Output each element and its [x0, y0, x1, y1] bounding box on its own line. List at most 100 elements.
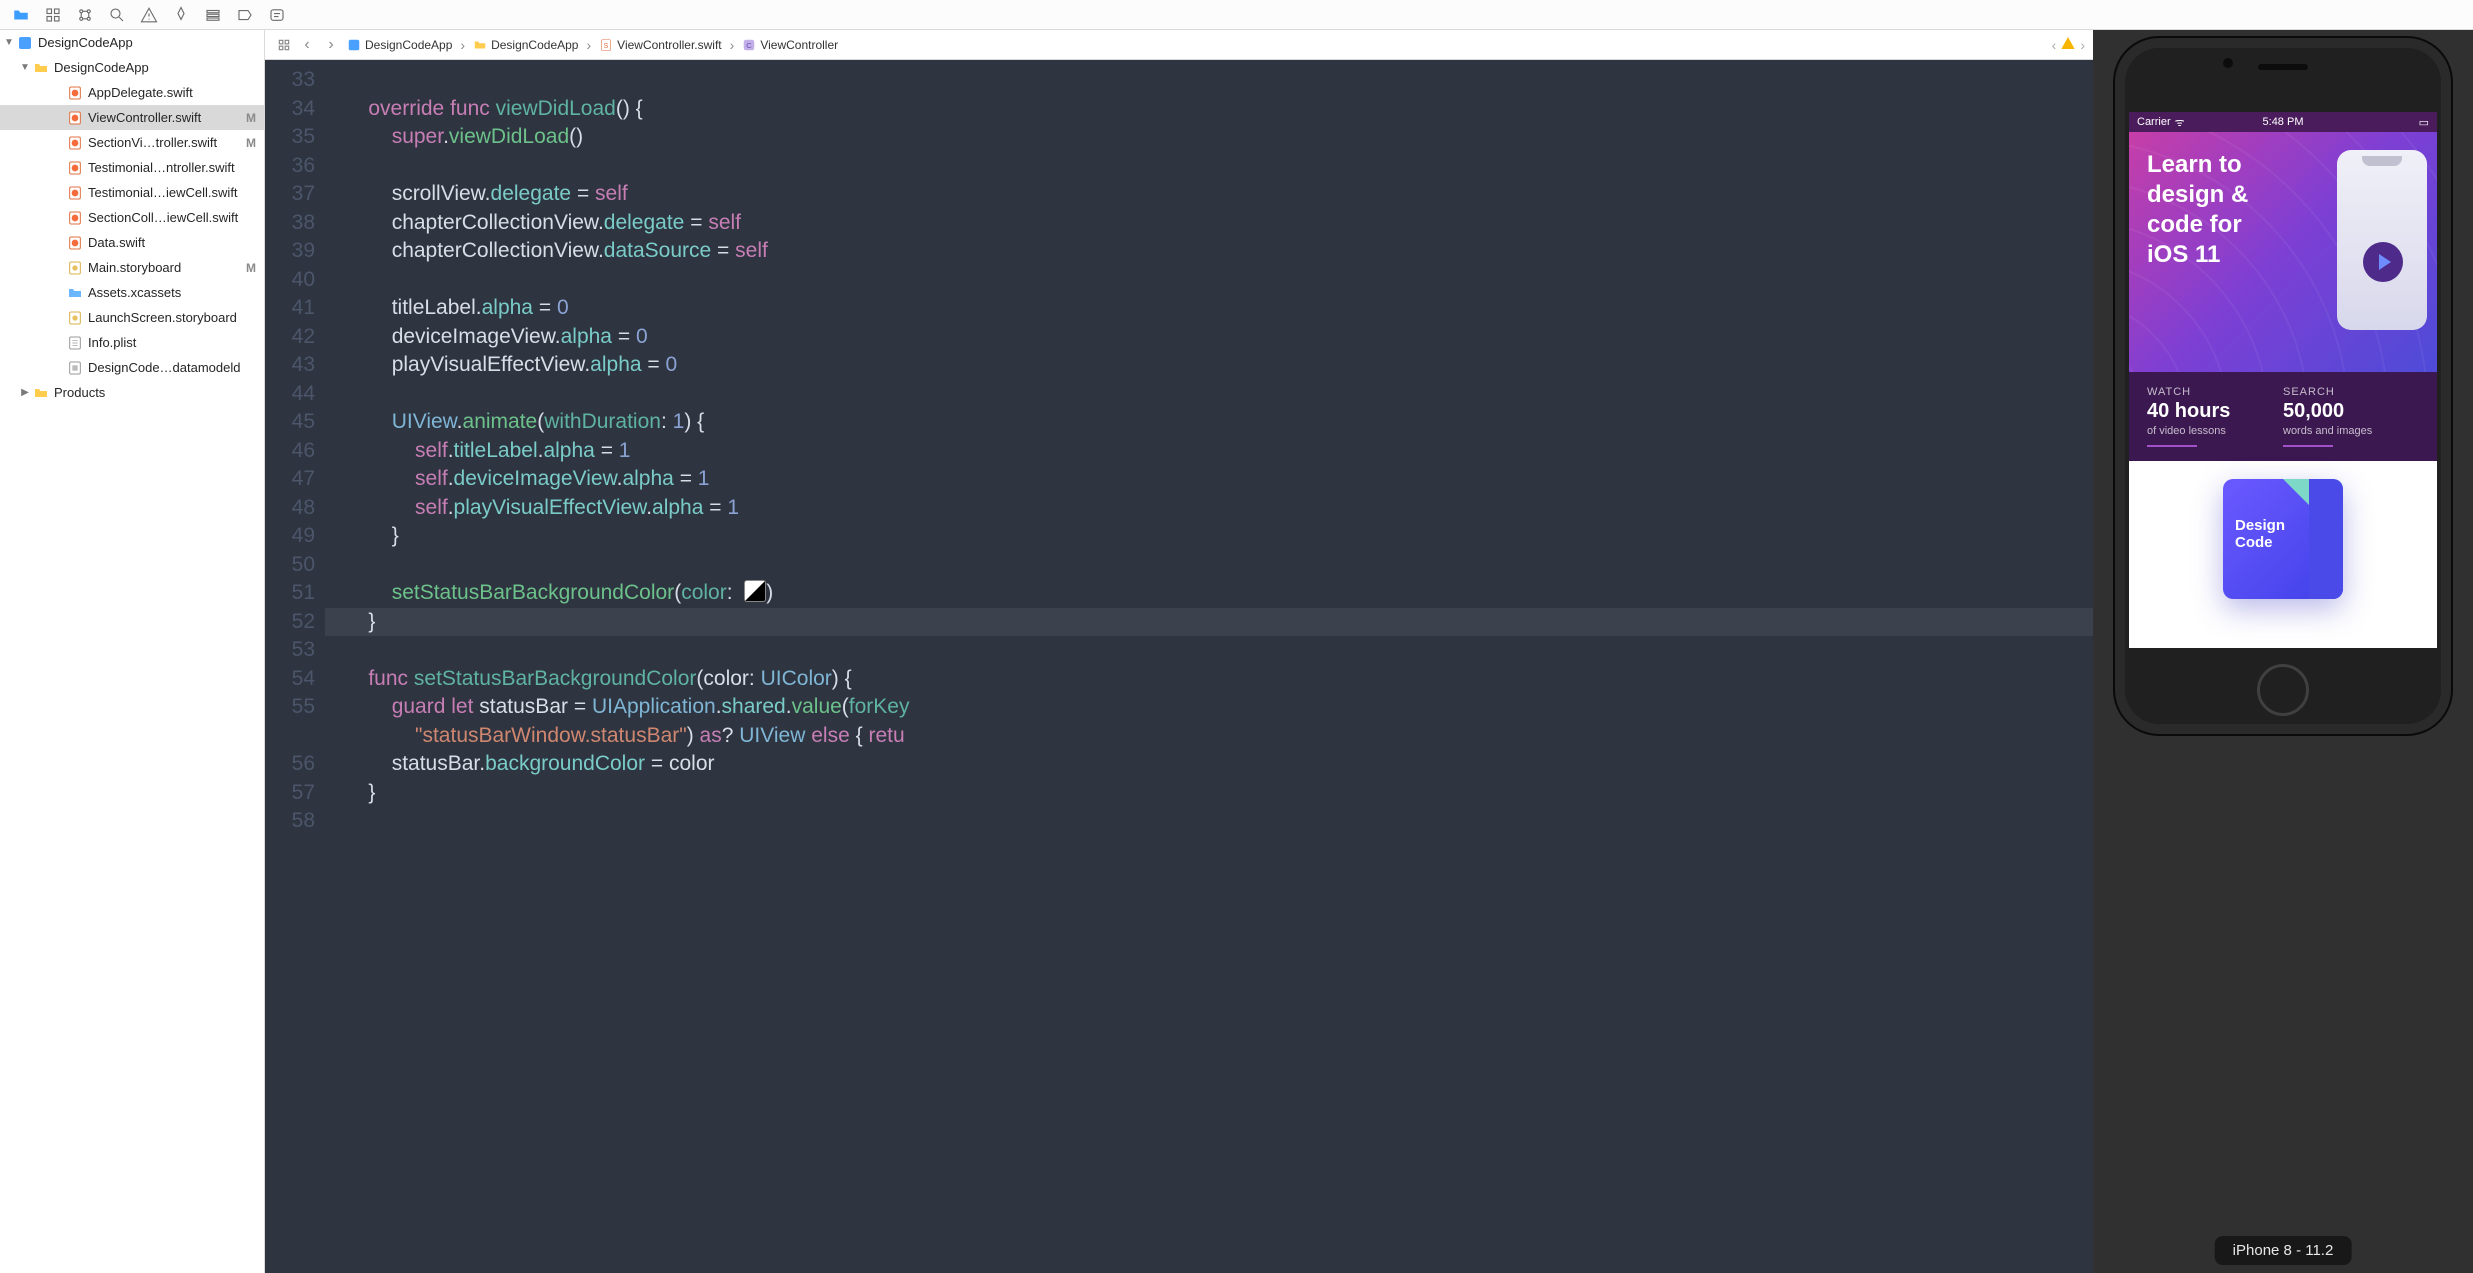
jump-bar-segment[interactable]: SViewController.swift: [595, 38, 725, 52]
disclosure-triangle-icon[interactable]: ▶: [18, 387, 32, 398]
disclosure-triangle-icon[interactable]: ▼: [2, 37, 16, 48]
file-assets-xcassets[interactable]: Assets.xcassets: [0, 280, 264, 305]
file-testimonial-iewcell-swift[interactable]: Testimonial…iewCell.swift: [0, 180, 264, 205]
file-icon: [66, 84, 84, 102]
stat-sub: words and images: [2283, 425, 2419, 437]
folder-icon: [32, 384, 50, 402]
file-icon: [66, 109, 84, 127]
file-label: SectionVi…troller.swift: [88, 135, 240, 150]
file-icon: [66, 284, 84, 302]
book-title: DesignCode: [2235, 517, 2285, 552]
chevron-right-icon: ›: [726, 37, 739, 53]
stat-label: WATCH: [2147, 386, 2283, 398]
disclosure-triangle-icon[interactable]: ▼: [18, 62, 32, 73]
line-gutter: 3334353637383940414243444546474849505152…: [265, 60, 325, 1273]
issue-navigator-icon[interactable]: [138, 4, 160, 26]
file-icon: [66, 159, 84, 177]
file-info-plist[interactable]: Info.plist: [0, 330, 264, 355]
jump-bar-segment[interactable]: DesignCodeApp: [343, 38, 456, 52]
carrier-label: Carrier: [2137, 116, 2171, 128]
report-navigator-icon[interactable]: [266, 4, 288, 26]
products-folder[interactable]: ▶ Products: [0, 380, 264, 405]
scm-badge: M: [240, 136, 256, 150]
stat-block: WATCH 40 hours of video lessons: [2147, 386, 2283, 447]
file-viewcontroller-swift[interactable]: ViewController.swiftM: [0, 105, 264, 130]
related-items-icon[interactable]: [273, 38, 295, 52]
wifi-icon: ᯤ: [2175, 115, 2185, 130]
svg-text:S: S: [604, 42, 609, 49]
stat-sub: of video lessons: [2147, 425, 2283, 437]
folder-icon: [32, 59, 50, 77]
find-navigator-icon[interactable]: [106, 4, 128, 26]
file-launchscreen-storyboard[interactable]: LaunchScreen.storyboard: [0, 305, 264, 330]
project-label: DesignCodeApp: [38, 35, 256, 50]
simulator-panel: Carrier ᯤ 5:48 PM ▭ Learn todesign &code…: [2093, 30, 2473, 1273]
scm-badge: M: [240, 111, 256, 125]
status-bar: Carrier ᯤ 5:48 PM ▭: [2129, 112, 2437, 132]
test-navigator-icon[interactable]: [170, 4, 192, 26]
stats-row: WATCH 40 hours of video lessonsSEARCH50,00…: [2129, 372, 2437, 461]
play-button[interactable]: [2363, 242, 2403, 282]
symbol-navigator-icon[interactable]: [74, 4, 96, 26]
group-label: DesignCodeApp: [54, 60, 256, 75]
code-content[interactable]: override func viewDidLoad() { super.view…: [325, 60, 2093, 1273]
next-issue-icon[interactable]: ›: [2080, 37, 2085, 53]
file-icon: [66, 134, 84, 152]
file-designcode-datamodeld[interactable]: DesignCode…datamodeld: [0, 355, 264, 380]
file-label: Data.swift: [88, 235, 256, 250]
jump-bar-segment[interactable]: DesignCodeApp: [469, 38, 582, 52]
prev-issue-icon[interactable]: ‹: [2052, 37, 2057, 53]
chevron-right-icon: ›: [456, 37, 469, 53]
breakpoint-navigator-icon[interactable]: [234, 4, 256, 26]
file-label: DesignCode…datamodeld: [88, 360, 256, 375]
file-icon: [66, 334, 84, 352]
project-root[interactable]: ▼ DesignCodeApp: [0, 30, 264, 55]
file-sectioncoll-iewcell-swift[interactable]: SectionColl…iewCell.swift: [0, 205, 264, 230]
stat-label: SEARCH: [2283, 386, 2419, 398]
source-control-icon[interactable]: [42, 4, 64, 26]
file-icon: [66, 209, 84, 227]
file-label: Assets.xcassets: [88, 285, 256, 300]
stat-value: 40 hours: [2147, 400, 2283, 423]
file-testimonial-ntroller-swift[interactable]: Testimonial…ntroller.swift: [0, 155, 264, 180]
card-area: DesignCode: [2129, 461, 2437, 599]
warning-icon[interactable]: [2060, 35, 2076, 54]
products-label: Products: [54, 385, 256, 400]
back-button[interactable]: ‹: [295, 36, 319, 54]
file-label: Testimonial…ntroller.swift: [88, 160, 256, 175]
xcodeproj-icon: [16, 34, 34, 52]
group-folder[interactable]: ▼ DesignCodeApp: [0, 55, 264, 80]
folder-icon[interactable]: [10, 4, 32, 26]
forward-button[interactable]: ›: [319, 36, 343, 54]
chevron-right-icon: ›: [582, 37, 595, 53]
jump-bar-segment[interactable]: CViewController: [738, 38, 842, 52]
editor-area: ‹ › DesignCodeApp › DesignCodeApp › SVie…: [265, 30, 2093, 1273]
file-label: Info.plist: [88, 335, 256, 350]
time-label: 5:48 PM: [2263, 116, 2304, 128]
file-label: ViewController.swift: [88, 110, 240, 125]
file-icon: [66, 359, 84, 377]
stat-block: SEARCH50,000words and images: [2283, 386, 2419, 447]
book-card[interactable]: DesignCode: [2223, 479, 2343, 599]
svg-text:C: C: [747, 40, 753, 49]
simulator-device-label: iPhone 8 - 11.2: [2215, 1236, 2352, 1265]
file-icon: [66, 184, 84, 202]
navigator-toolbar: [0, 0, 2473, 30]
hero-section: Learn todesign &code foriOS 11: [2129, 132, 2437, 372]
file-label: AppDelegate.swift: [88, 85, 256, 100]
file-sectionvi-troller-swift[interactable]: SectionVi…troller.swiftM: [0, 130, 264, 155]
file-main-storyboard[interactable]: Main.storyboardM: [0, 255, 264, 280]
simulator-screen[interactable]: Carrier ᯤ 5:48 PM ▭ Learn todesign &code…: [2129, 112, 2437, 648]
project-navigator[interactable]: ▼ DesignCodeApp ▼ DesignCodeApp AppDeleg…: [0, 30, 265, 1273]
hero-title: Learn todesign &code foriOS 11: [2147, 150, 2277, 270]
jump-bar[interactable]: ‹ › DesignCodeApp › DesignCodeApp › SVie…: [265, 30, 2093, 60]
debug-navigator-icon[interactable]: [202, 4, 224, 26]
file-icon: [66, 309, 84, 327]
file-appdelegate-swift[interactable]: AppDelegate.swift: [0, 80, 264, 105]
simulator-device[interactable]: Carrier ᯤ 5:48 PM ▭ Learn todesign &code…: [2113, 36, 2453, 736]
home-button[interactable]: [2257, 664, 2309, 716]
file-label: SectionColl…iewCell.swift: [88, 210, 256, 225]
source-editor[interactable]: 3334353637383940414243444546474849505152…: [265, 60, 2093, 1273]
file-data-swift[interactable]: Data.swift: [0, 230, 264, 255]
file-label: Main.storyboard: [88, 260, 240, 275]
